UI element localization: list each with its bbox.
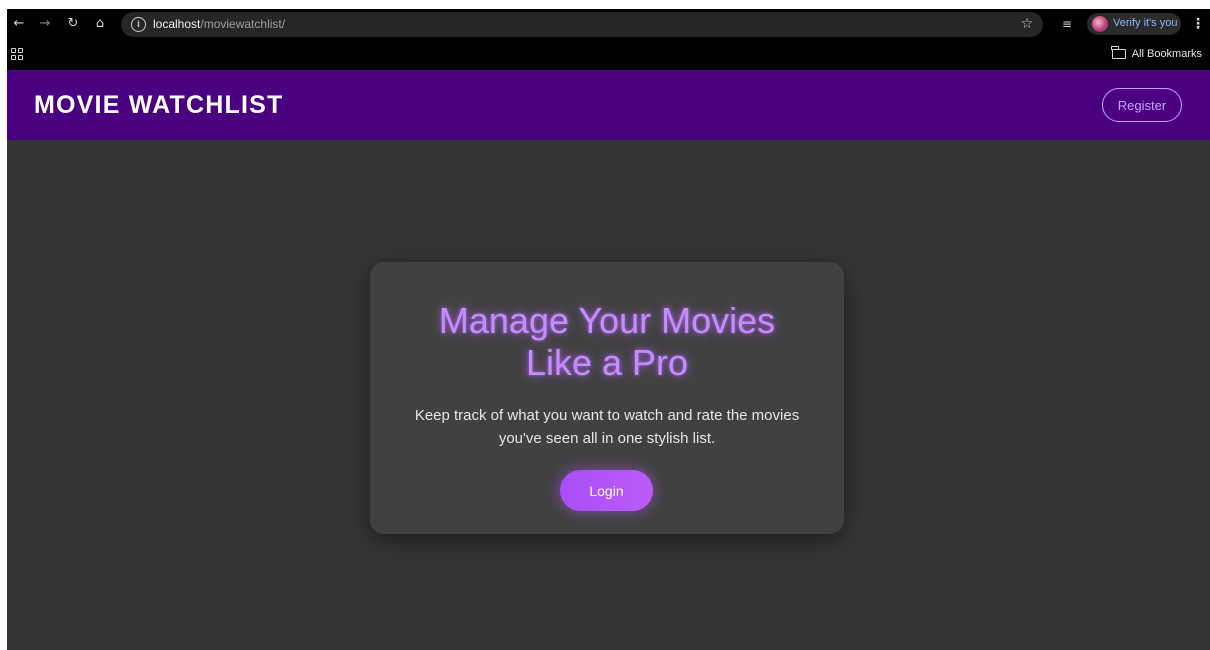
all-bookmarks-button[interactable]: All Bookmarks [1111,46,1202,60]
star-icon[interactable]: ☆ [1019,16,1035,32]
avatar [1092,16,1108,32]
browser-toolbar: ← → ↻ ⌂ i localhost/moviewatchlist/ ☆ ≡ … [7,9,1210,40]
bookmarks-bar: All Bookmarks [7,40,1210,70]
hero-subtitle-line-2: you've seen all in one stylish list. [498,430,716,447]
login-button[interactable]: Login [560,470,653,511]
site-title: MOVIE WATCHLIST [34,91,284,119]
reload-icon[interactable]: ↻ [65,16,81,32]
reading-list-icon[interactable]: ≡ [1059,16,1075,32]
all-bookmarks-label: All Bookmarks [1131,48,1202,60]
hero-title: Manage Your Movies Like a Pro [370,300,844,384]
hero-title-line-2: Like a Pro [525,342,689,383]
apps-icon[interactable] [11,48,23,60]
profile-chip-label: Verify it's you [1113,17,1178,29]
back-icon[interactable]: ← [11,16,27,32]
folder-icon [1111,46,1126,59]
register-button[interactable]: Register [1102,88,1182,122]
hero-title-line-1: Manage Your Movies [438,300,776,341]
hero-card: Manage Your Movies Like a Pro Keep track… [370,262,844,534]
hero-subtitle-line-1: Keep track of what you want to watch and… [414,407,800,424]
address-bar[interactable]: i localhost/moviewatchlist/ [121,12,1043,37]
page-content: MOVIE WATCHLIST Register Manage Your Mov… [7,70,1210,650]
site-info-icon[interactable]: i [131,17,146,32]
forward-icon[interactable]: → [37,16,53,32]
profile-chip[interactable]: Verify it's you [1087,13,1181,35]
url-text[interactable]: localhost/moviewatchlist/ [153,17,285,31]
hero-subtitle: Keep track of what you want to watch and… [392,404,822,450]
browser-window: ← → ↻ ⌂ i localhost/moviewatchlist/ ☆ ≡ … [7,9,1210,650]
url-host: localhost [153,17,201,31]
site-header: MOVIE WATCHLIST Register [7,70,1210,140]
url-path: /moviewatchlist/ [200,17,286,31]
home-icon[interactable]: ⌂ [92,16,108,32]
menu-icon[interactable]: ⋮ [1190,16,1206,32]
